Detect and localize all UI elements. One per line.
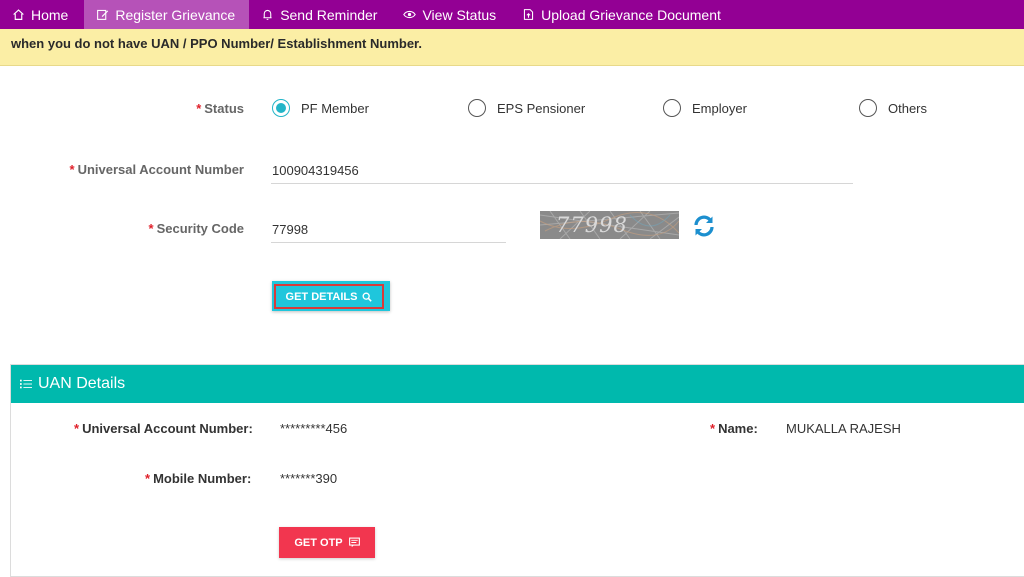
nav-item-label: Home [31,6,69,23]
captcha-text: 77998 [556,213,628,237]
captcha-image: 77998 [540,211,679,239]
list-icon [20,379,32,389]
detail-name-value: MUKALLA RAJESH [786,421,901,436]
nav-item-label: View Status [422,6,497,23]
nav-item-view-status[interactable]: View Status [391,0,510,29]
get-otp-button[interactable]: GET OTP [279,527,375,558]
bell-icon [263,9,272,20]
search-icon [362,292,373,302]
required-marker: * [74,421,80,436]
radio-label: EPS Pensioner [497,100,586,116]
required-marker: * [145,471,151,486]
radio-label: PF Member [301,100,369,116]
get-details-label: GET DETAILS [285,290,358,303]
nav-item-send-reminder[interactable]: Send Reminder [249,0,391,29]
notice-banner: when you do not have UAN / PPO Number/ E… [0,29,1024,66]
detail-name-label-text: Name: [718,421,758,436]
radio-indicator [859,99,877,117]
eye-icon [403,10,417,19]
get-details-highlight: GET DETAILS [274,284,384,309]
radio-label: Others [888,100,928,116]
nav-item-label: Register Grievance [115,6,236,23]
top-navigation-bar: Home Register Grievance Send Reminder Vi… [0,0,1024,29]
radio-pf-member[interactable]: PF Member [272,99,369,117]
uan-details-title: UAN Details [38,375,126,392]
required-marker: * [196,101,202,116]
uan-input[interactable]: 100904319456 [271,158,853,184]
radio-eps-pensioner[interactable]: EPS Pensioner [468,99,585,117]
security-code-label: * Security Code [100,221,244,236]
status-label: * Status [150,101,244,116]
detail-mobile-label: * Mobile Number: [145,471,251,486]
uan-label-text: Universal Account Number [77,162,244,177]
radio-selected-indicator [272,99,290,117]
nav-item-label: Upload Grievance Document [541,6,721,23]
required-marker: * [148,221,154,236]
upload-document-icon [524,9,534,20]
refresh-captcha-icon[interactable] [692,214,716,238]
uan-label: * Universal Account Number [40,162,244,177]
radio-others[interactable]: Others [859,99,927,117]
home-icon [13,9,24,20]
get-details-button[interactable]: GET DETAILS [272,281,390,311]
security-code-label-text: Security Code [156,221,244,236]
radio-label: Employer [692,100,747,116]
get-otp-label: GET OTP [294,536,343,549]
nav-item-label: Send Reminder [280,6,378,23]
detail-name-label: * Name: [710,421,758,436]
edit-icon [97,9,109,20]
radio-indicator [663,99,681,117]
nav-item-upload-grievance-document[interactable]: Upload Grievance Document [510,0,735,29]
nav-item-register-grievance[interactable]: Register Grievance [84,0,250,29]
radio-indicator [468,99,486,117]
required-marker: * [69,162,75,177]
radio-employer[interactable]: Employer [663,99,747,117]
detail-mobile-label-text: Mobile Number: [153,471,252,486]
uan-details-header: UAN Details [11,365,1024,403]
detail-mobile-value: *******390 [280,471,338,486]
detail-uan-value: *********456 [280,421,348,436]
detail-uan-label: * Universal Account Number: [74,421,253,436]
detail-uan-label-text: Universal Account Number: [82,421,253,436]
required-marker: * [710,421,716,436]
status-label-text: Status [204,101,244,116]
security-code-input[interactable]: 77998 [271,217,506,243]
message-icon [348,537,360,548]
nav-item-home[interactable]: Home [0,0,84,29]
notice-text: when you do not have UAN / PPO Number/ E… [11,36,423,51]
